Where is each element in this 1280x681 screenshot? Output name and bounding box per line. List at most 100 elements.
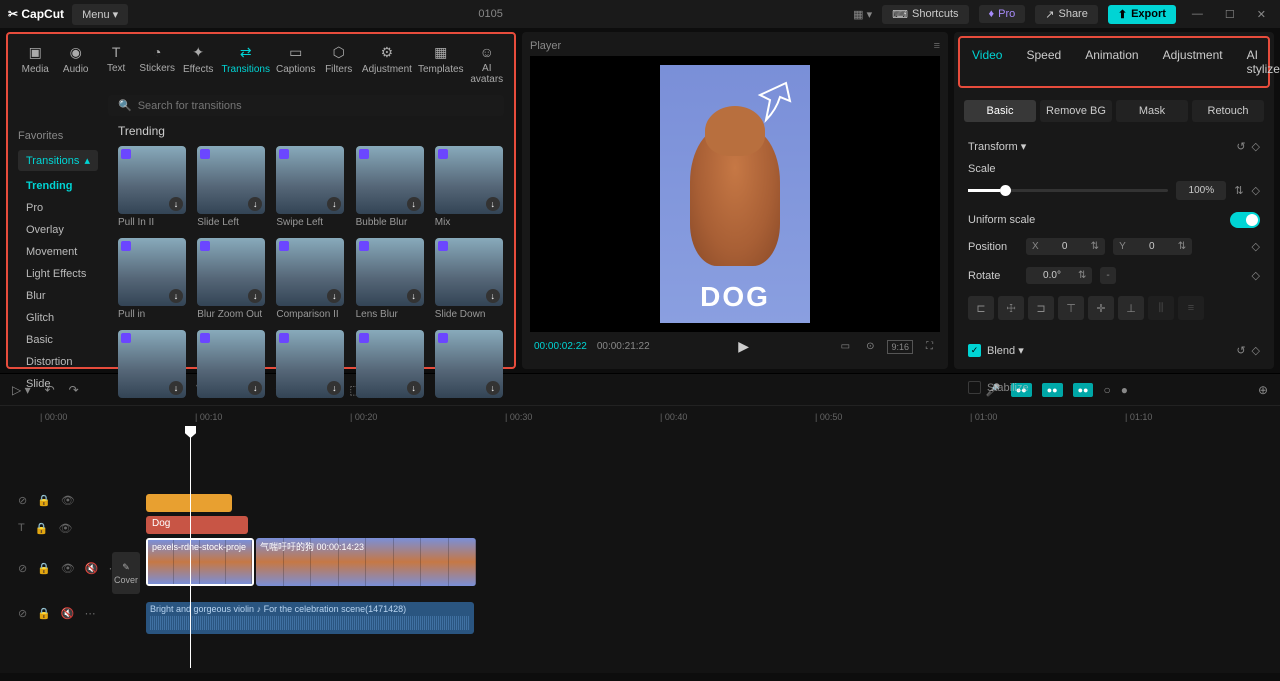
minimize-icon[interactable]: — (1186, 8, 1209, 20)
track-lock[interactable]: 🔒 (35, 522, 49, 535)
transition-item[interactable] (356, 330, 425, 401)
transition-slide-down[interactable]: Slide Down (435, 238, 504, 320)
keyframe-icon[interactable]: ◇ (1252, 240, 1260, 253)
transition-item[interactable] (118, 330, 187, 401)
transition-item[interactable] (197, 330, 266, 401)
subtab-mask[interactable]: Mask (1116, 100, 1188, 122)
transition-pull-in[interactable]: Pull in (118, 238, 187, 320)
distribute-h[interactable]: ⫼ (1148, 296, 1174, 320)
category-basic[interactable]: Basic (18, 329, 98, 351)
transition-slide-left[interactable]: Slide Left (197, 146, 266, 228)
rotate-input[interactable]: ⇅ (1026, 267, 1092, 284)
stabilize-label[interactable]: Stabilize (987, 382, 1029, 394)
player-menu-icon[interactable]: ≡ (934, 40, 940, 52)
position-x-input[interactable]: X⇅ (1026, 238, 1105, 255)
track-hide[interactable]: ⊘ (18, 562, 27, 575)
category-overlay[interactable]: Overlay (18, 219, 98, 241)
align-left[interactable]: ⊏ (968, 296, 994, 320)
redo-button[interactable]: ↷ (69, 383, 79, 397)
undo-button[interactable]: ↶ (45, 383, 55, 397)
track-lock[interactable]: 🔒 (37, 607, 51, 620)
fullscreen-icon[interactable]: ⛶ (923, 341, 936, 352)
keyframe-icon[interactable]: ◇ (1252, 344, 1260, 357)
scale-value[interactable] (1176, 181, 1226, 200)
keyframe-icon[interactable]: ◇ (1252, 184, 1260, 197)
track-more[interactable]: ⋯ (85, 607, 96, 620)
media-tab-filters[interactable]: ⬡Filters (319, 38, 357, 91)
track-hide[interactable]: ⊘ (18, 494, 27, 507)
category-pro[interactable]: Pro (18, 197, 98, 219)
shortcuts-button[interactable]: ⌨ Shortcuts (882, 5, 968, 24)
playhead[interactable] (190, 428, 191, 668)
category-movement[interactable]: Movement (18, 241, 98, 263)
audio-clip[interactable]: Bright and gorgeous violin ♪ For the cel… (146, 602, 474, 634)
category-glitch[interactable]: Glitch (18, 307, 98, 329)
video-preview[interactable]: DOG (530, 56, 940, 332)
maximize-icon[interactable]: ☐ (1219, 8, 1241, 21)
stabilize-checkbox[interactable] (968, 381, 981, 394)
align-right[interactable]: ⊐ (1028, 296, 1054, 320)
transition-lens-blur[interactable]: Lens Blur (356, 238, 425, 320)
category-distortion[interactable]: Distortion (18, 351, 98, 373)
distribute-v[interactable]: ≡ (1178, 296, 1204, 320)
position-y-input[interactable]: Y⇅ (1113, 238, 1192, 255)
tab-ai-stylize[interactable]: AI stylize (1235, 38, 1280, 86)
track-mute[interactable]: 🔇 (85, 562, 99, 575)
uniform-scale-toggle[interactable] (1230, 212, 1260, 228)
tab-adjustment[interactable]: Adjustment (1151, 38, 1235, 86)
transition-mix[interactable]: Mix (435, 146, 504, 228)
align-bottom[interactable]: ⊥ (1118, 296, 1144, 320)
media-tab-transitions[interactable]: ⇄Transitions (219, 38, 272, 91)
keyframe-icon[interactable]: ◇ (1252, 140, 1260, 153)
keyframe-icon[interactable]: ◇ (1252, 269, 1260, 282)
media-tab-ai avatars[interactable]: ☺AI avatars (468, 38, 506, 91)
media-tab-text[interactable]: TText (97, 38, 135, 91)
effect-clip[interactable] (146, 494, 232, 512)
share-button[interactable]: ↗ Share (1035, 5, 1098, 24)
cover-button[interactable]: ✎Cover (112, 552, 140, 594)
transition-blur-zoom-out[interactable]: Blur Zoom Out (197, 238, 266, 320)
track-lock[interactable]: 🔒 (37, 494, 51, 507)
sidebar-category-transitions[interactable]: Transitions▴ (18, 150, 98, 171)
track-text[interactable]: T (18, 522, 25, 535)
subtab-retouch[interactable]: Retouch (1192, 100, 1264, 122)
close-icon[interactable]: ✕ (1251, 8, 1272, 21)
reset-icon[interactable]: ↺ (1236, 344, 1245, 357)
category-blur[interactable]: Blur (18, 285, 98, 307)
category-trending[interactable]: Trending (18, 175, 98, 197)
play-button[interactable]: ▶ (660, 338, 828, 355)
category-light-effects[interactable]: Light Effects (18, 263, 98, 285)
media-tab-effects[interactable]: ✦Effects (179, 38, 217, 91)
track-visible[interactable]: 👁 (61, 562, 75, 575)
menu-button[interactable]: Menu ▾ (72, 4, 128, 25)
text-clip[interactable]: Dog (146, 516, 248, 534)
transform-section[interactable]: Transform ▾ (968, 140, 1026, 153)
video-clip-2[interactable]: 气喘吁吁的狗 00:00:14:23 (256, 538, 476, 586)
tab-animation[interactable]: Animation (1073, 38, 1150, 86)
align-center-v[interactable]: ✛ (1088, 296, 1114, 320)
media-tab-templates[interactable]: ▦Templates (416, 38, 466, 91)
transition-item[interactable] (276, 330, 345, 401)
media-tab-audio[interactable]: ◉Audio (56, 38, 94, 91)
pro-button[interactable]: ♦ Pro (979, 5, 1026, 23)
scale-slider[interactable] (968, 189, 1168, 192)
transition-comparison-ii[interactable]: Comparison II (276, 238, 345, 320)
tab-video[interactable]: Video (960, 38, 1014, 86)
track-hide[interactable]: ⊘ (18, 607, 27, 620)
transition-swipe-left[interactable]: Swipe Left (276, 146, 345, 228)
layout-icon[interactable]: ▦ ▾ (853, 8, 872, 21)
scale-stepper[interactable]: ⇅ (1234, 184, 1243, 197)
track-mute[interactable]: 🔇 (61, 607, 75, 620)
transition-item[interactable] (435, 330, 504, 401)
scale-icon[interactable]: ⊙ (863, 341, 877, 352)
ratio-badge[interactable]: 9:16 (887, 340, 913, 354)
export-button[interactable]: ⬆ Export (1108, 5, 1176, 24)
align-top[interactable]: ⊤ (1058, 296, 1084, 320)
search-input[interactable]: 🔍 (108, 95, 504, 116)
media-tab-captions[interactable]: ▭Captions (274, 38, 317, 91)
transition-bubble-blur[interactable]: Bubble Blur (356, 146, 425, 228)
track-visible[interactable]: 👁 (58, 522, 72, 535)
media-tab-media[interactable]: ▣Media (16, 38, 54, 91)
media-tab-stickers[interactable]: ◔Stickers (137, 38, 177, 91)
subtab-basic[interactable]: Basic (964, 100, 1036, 122)
